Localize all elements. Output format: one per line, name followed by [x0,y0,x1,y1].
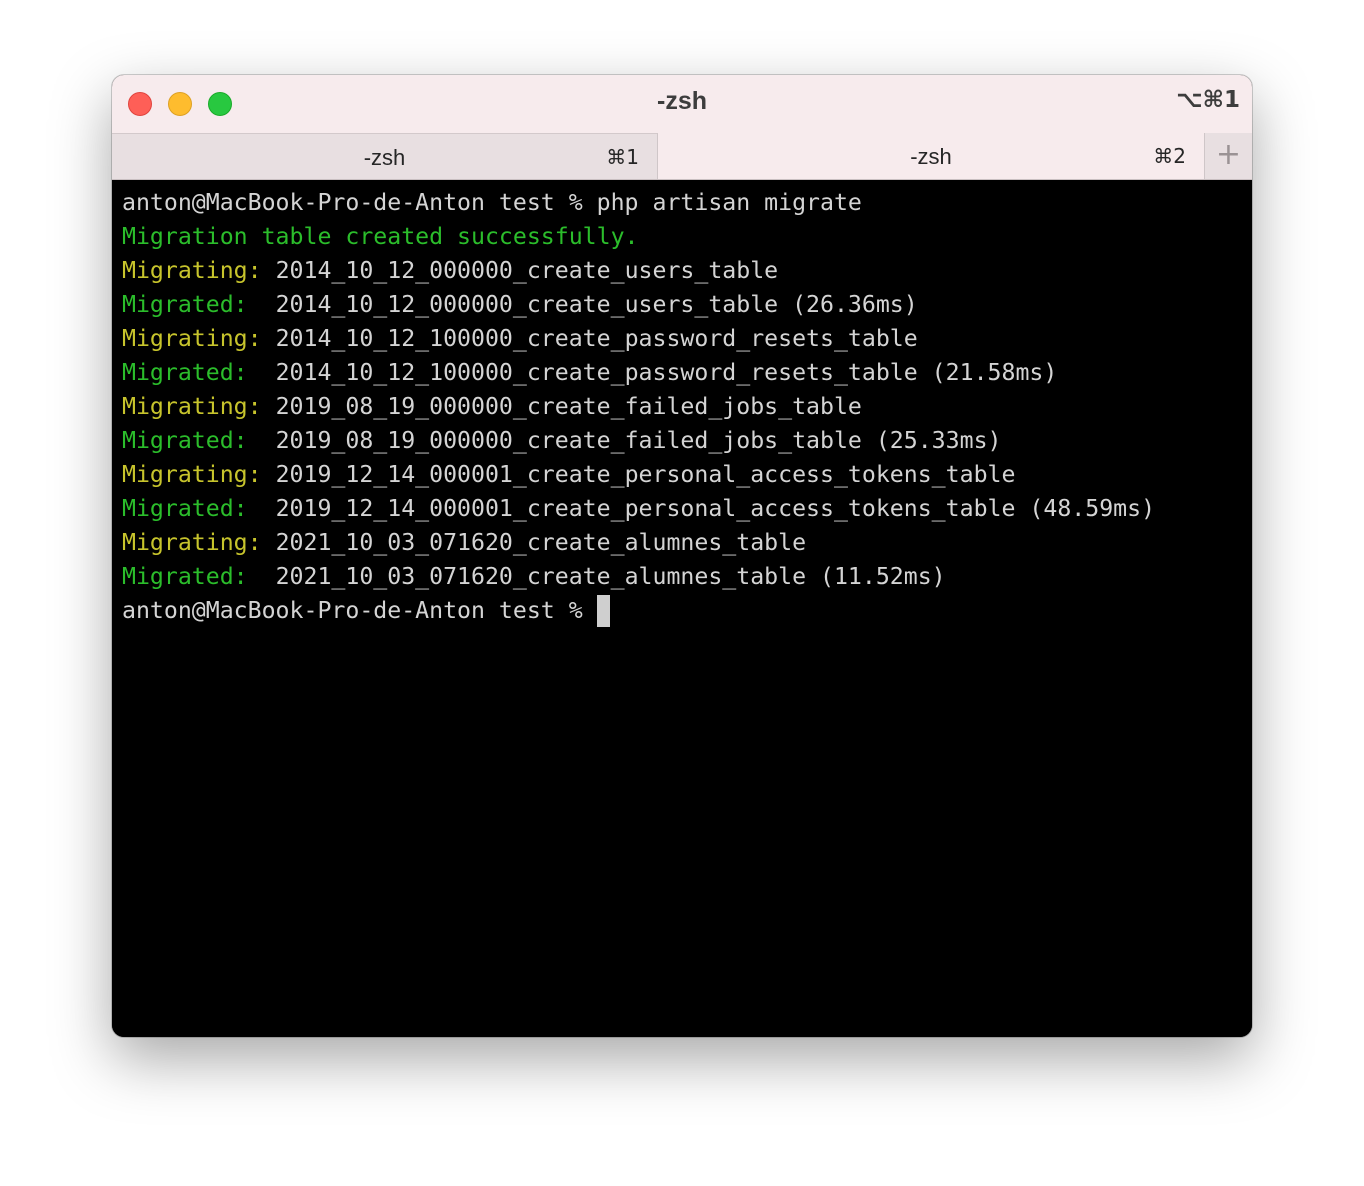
terminal-line: anton@MacBook-Pro-de-Anton test % php ar… [122,186,1252,220]
terminal-text: 2014_10_12_100000_create_password_resets… [275,359,1058,386]
terminal-output[interactable]: anton@MacBook-Pro-de-Anton test % php ar… [112,180,1252,1037]
window-shortcut: ⌥⌘1 [1176,87,1240,113]
terminal-text: 2021_10_03_071620_create_alumnes_table [275,529,807,556]
tab-label: -zsh [363,145,406,170]
terminal-text: Migrated: [122,291,276,318]
terminal-window: -zsh ⌥⌘1 -zsh ⌘1 -zsh ⌘2 + anton@MacBook… [112,75,1252,1037]
plus-icon: + [1215,137,1242,172]
tab-2[interactable]: -zsh ⌘2 [658,133,1204,179]
terminal-text: 2019_12_14_000001_create_personal_access… [275,461,1016,488]
terminal-text: Migrating: [122,529,276,556]
terminal-text: 2019_08_19_000000_create_failed_jobs_tab… [275,393,862,420]
terminal-text: Migration table created successfully. [122,223,639,250]
terminal-text: 2021_10_03_071620_create_alumnes_table (… [275,563,946,590]
terminal-text: Migrating: [122,393,276,420]
terminal-line: Migrated: 2014_10_12_000000_create_users… [122,288,1252,322]
terminal-line: Migrating: 2021_10_03_071620_create_alum… [122,526,1252,560]
tab-shortcut: ⌘1 [606,145,639,169]
window-title: -zsh [657,87,707,115]
terminal-text: 2019_08_19_000000_create_failed_jobs_tab… [275,427,1002,454]
tab-bar: -zsh ⌘1 -zsh ⌘2 + [112,133,1252,180]
terminal-line: Migrated: 2021_10_03_071620_create_alumn… [122,560,1252,594]
terminal-line: anton@MacBook-Pro-de-Anton test % [122,594,1252,628]
terminal-text: 2019_12_14_000001_create_personal_access… [275,495,1156,522]
terminal-line: Migrated: 2014_10_12_100000_create_passw… [122,356,1252,390]
terminal-text: Migrating: [122,257,276,284]
tab-shortcut: ⌘2 [1153,144,1186,168]
terminal-line: Migrated: 2019_12_14_000001_create_perso… [122,492,1252,526]
terminal-text: anton@MacBook-Pro-de-Anton test % php ar… [122,189,862,216]
terminal-line: Migrating: 2019_12_14_000001_create_pers… [122,458,1252,492]
terminal-text: 2014_10_12_000000_create_users_table (26… [275,291,918,318]
terminal-text: 2014_10_12_000000_create_users_table [275,257,779,284]
terminal-text: 2014_10_12_100000_create_password_resets… [275,325,918,352]
terminal-text: Migrating: [122,461,276,488]
terminal-text: anton@MacBook-Pro-de-Anton test % [122,597,597,624]
tab-label: -zsh [910,144,952,169]
terminal-line: Migration table created successfully. [122,220,1252,254]
terminal-text: Migrated: [122,359,276,386]
terminal-line: Migrated: 2019_08_19_000000_create_faile… [122,424,1252,458]
terminal-line: Migrating: 2014_10_12_000000_create_user… [122,254,1252,288]
title-bar[interactable]: -zsh ⌥⌘1 [112,75,1252,133]
text-cursor [596,595,610,627]
tab-1[interactable]: -zsh ⌘1 [112,133,658,179]
terminal-text: Migrated: [122,563,276,590]
new-tab-button[interactable]: + [1204,133,1252,179]
terminal-line: Migrating: 2014_10_12_100000_create_pass… [122,322,1252,356]
terminal-text: Migrated: [122,427,276,454]
terminal-text: Migrated: [122,495,276,522]
terminal-text: Migrating: [122,325,276,352]
terminal-line: Migrating: 2019_08_19_000000_create_fail… [122,390,1252,424]
